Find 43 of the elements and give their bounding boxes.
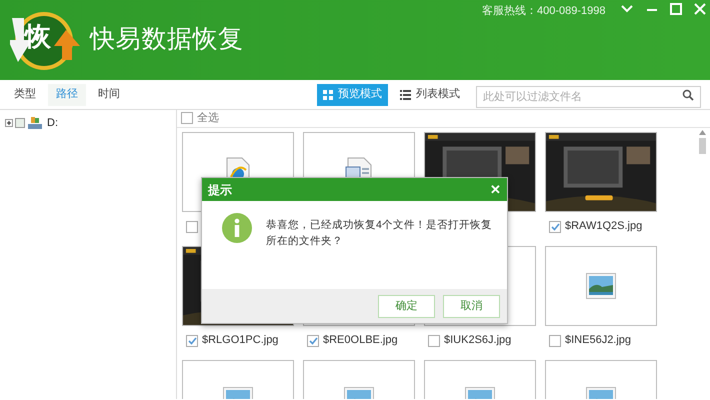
dialog-button[interactable]: 取消 bbox=[443, 294, 500, 318]
app-title: 快易数据恢复 bbox=[90, 27, 244, 52]
grid-icon bbox=[323, 90, 333, 100]
scrollbar-thumb[interactable] bbox=[699, 138, 706, 154]
filter-tab[interactable]: 时间 bbox=[90, 84, 128, 106]
checkbox[interactable] bbox=[181, 112, 193, 124]
info-icon bbox=[222, 213, 252, 243]
logo-text: 恢 bbox=[25, 23, 51, 49]
drive-icon bbox=[27, 116, 43, 130]
checkbox[interactable] bbox=[307, 334, 319, 346]
dialog-message: 恭喜您，已经成功恢复4个文件！是否打开恢复所在的文件夹？ bbox=[266, 218, 492, 249]
checkbox[interactable] bbox=[549, 220, 561, 232]
checkbox[interactable] bbox=[428, 334, 440, 346]
filter-tab[interactable]: 路径 bbox=[48, 84, 86, 106]
hotline-text: 客服热线：400-089-1998 bbox=[482, 4, 606, 19]
filter-tab[interactable]: 类型 bbox=[6, 84, 44, 106]
file-thumbnail[interactable] bbox=[545, 246, 657, 326]
maximize-icon[interactable] bbox=[670, 3, 682, 15]
close-icon[interactable] bbox=[694, 3, 706, 15]
checkbox[interactable] bbox=[186, 220, 198, 232]
search-icon[interactable] bbox=[682, 88, 694, 100]
file-name: $IUK2S6J.jpg bbox=[444, 333, 512, 348]
scroll-up-icon[interactable] bbox=[699, 130, 706, 135]
list-icon bbox=[400, 90, 411, 100]
select-all-label: 全选 bbox=[197, 111, 219, 126]
logo-icon bbox=[10, 10, 82, 72]
image-file-icon bbox=[586, 272, 616, 298]
checkbox[interactable] bbox=[186, 334, 198, 346]
close-button[interactable]: ✕ bbox=[490, 183, 501, 196]
file-name: $INE56J2.jpg bbox=[565, 333, 632, 348]
search-field[interactable]: 此处可以过滤文件名 bbox=[476, 86, 701, 108]
dropdown-icon[interactable] bbox=[621, 4, 633, 14]
expander-icon[interactable] bbox=[5, 119, 13, 128]
view-mode-button[interactable]: 预览模式 bbox=[317, 84, 388, 106]
file-name: $RAW1Q2S.jpg bbox=[565, 219, 642, 234]
tree-item[interactable]: D: bbox=[47, 115, 58, 132]
dialog-title: 提示 bbox=[208, 182, 232, 198]
checkbox[interactable] bbox=[549, 334, 561, 346]
view-mode-button[interactable]: 列表模式 bbox=[394, 84, 466, 106]
file-name: $RLGO1PC.jpg bbox=[202, 333, 278, 348]
file-name: $RE0OLBE.jpg bbox=[323, 333, 398, 348]
dialog-button[interactable]: 确定 bbox=[378, 294, 435, 318]
checkbox[interactable] bbox=[15, 118, 25, 128]
